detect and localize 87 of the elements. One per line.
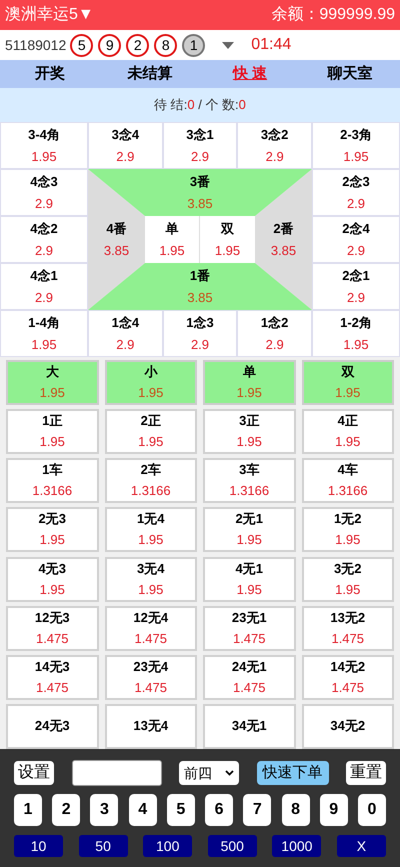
- digit-key[interactable]: 1: [14, 794, 42, 826]
- bet-cell[interactable]: 单 1.95: [203, 360, 296, 405]
- bet-cell[interactable]: 2-3角 1.95: [312, 122, 400, 169]
- bet-cell[interactable]: 1念3 2.9: [162, 310, 238, 357]
- pending-count-text: 待 结:0 / 个 数:0: [154, 96, 246, 114]
- digit-key[interactable]: 2: [52, 794, 80, 826]
- bet-cell[interactable]: 12无4 1.475: [104, 606, 197, 651]
- bet-cell[interactable]: 3番 3.85: [88, 169, 312, 216]
- digit-key[interactable]: 9: [320, 794, 348, 826]
- quick-order-button[interactable]: 快速下单: [256, 761, 328, 785]
- countdown-timer: 01:44: [251, 35, 292, 55]
- bet-cell[interactable]: 1无2 1.95: [302, 507, 394, 552]
- bet-cell[interactable]: 14无2 1.475: [302, 654, 394, 700]
- bet-cell[interactable]: 2番 3.85: [255, 216, 312, 263]
- amount-button[interactable]: X: [336, 835, 386, 857]
- digit-key[interactable]: 7: [243, 794, 272, 826]
- bet-cell[interactable]: 24无1 1.475: [203, 654, 296, 700]
- bet-cell[interactable]: 2车 1.3166: [104, 458, 197, 504]
- digit-key[interactable]: 5: [166, 794, 195, 826]
- chevron-down-icon: [225, 770, 234, 776]
- lottery-title[interactable]: 澳洲幸运5▼: [5, 3, 94, 27]
- bet-cell[interactable]: 2念3 2.9: [312, 169, 400, 216]
- issue-number: 51189012: [5, 36, 66, 54]
- bet-cell[interactable]: 24无3: [6, 704, 98, 749]
- balance-text: 余额：999999.99: [271, 4, 395, 25]
- bet-cell[interactable]: 1念2 2.9: [237, 310, 312, 357]
- bet-cell[interactable]: 单 1.95: [145, 216, 200, 263]
- bet-cell[interactable]: 2念4 2.9: [312, 216, 400, 263]
- settings-button[interactable]: 设置: [14, 761, 54, 785]
- bet-cell[interactable]: 13无2 1.475: [302, 606, 394, 651]
- bet-cell[interactable]: 3念2 2.9: [237, 122, 312, 169]
- bet-cell[interactable]: 3无4 1.95: [104, 556, 197, 602]
- bet-cell[interactable]: 双 1.95: [302, 360, 394, 405]
- bet-cell[interactable]: 14无3 1.475: [6, 654, 98, 700]
- bet-cell[interactable]: 4番 3.85: [88, 216, 145, 263]
- mode-select[interactable]: 前四: [179, 761, 239, 785]
- bet-cell[interactable]: 双 1.95: [200, 216, 255, 263]
- bet-cell[interactable]: 1-4角 1.95: [0, 310, 88, 357]
- digit-key[interactable]: 8: [282, 794, 310, 826]
- nav-tab[interactable]: 聊天室: [328, 62, 372, 86]
- digit-key[interactable]: 6: [205, 794, 234, 826]
- amount-button[interactable]: 1000: [272, 835, 322, 857]
- digit-key[interactable]: 0: [358, 794, 386, 826]
- bet-cell[interactable]: 13无4: [104, 704, 197, 749]
- bet-cell[interactable]: 4念2 2.9: [0, 216, 88, 263]
- bet-cell[interactable]: 3念4 2.9: [88, 122, 163, 169]
- bet-cell[interactable]: 34无1: [203, 704, 296, 749]
- amount-button[interactable]: 10: [14, 835, 63, 857]
- bet-cell[interactable]: 4无3 1.95: [6, 556, 98, 602]
- bet-cell[interactable]: 23无4 1.475: [104, 654, 197, 700]
- bet-cell[interactable]: 34无2: [302, 704, 394, 749]
- bet-cell[interactable]: 大 1.95: [6, 360, 98, 405]
- even-region: [200, 216, 255, 263]
- bet-cell[interactable]: 4无1 1.95: [203, 556, 296, 602]
- bet-cell[interactable]: 4念3 2.9: [0, 169, 88, 216]
- bet-cell[interactable]: 3车 1.3166: [203, 458, 296, 504]
- bet-cell[interactable]: 4念1 2.9: [0, 263, 88, 310]
- reset-button[interactable]: 重置: [346, 761, 386, 785]
- bet-cell[interactable]: 2无3 1.95: [6, 507, 98, 552]
- amount-button[interactable]: 50: [78, 835, 128, 857]
- amount-button[interactable]: 100: [143, 835, 192, 857]
- bet-cell[interactable]: 3正 1.95: [203, 409, 296, 454]
- bet-cell[interactable]: 3-4角 1.95: [0, 122, 88, 169]
- nav-tab[interactable]: 开奖: [35, 62, 65, 86]
- bet-cell[interactable]: 1念4 2.9: [88, 310, 163, 357]
- amount-button[interactable]: 500: [208, 835, 257, 857]
- dropdown-arrow-icon[interactable]: [222, 42, 234, 48]
- nav-tab[interactable]: 未结算: [128, 62, 172, 86]
- bet-cell[interactable]: 1车 1.3166: [6, 458, 98, 504]
- bet-cell[interactable]: 4车 1.3166: [302, 458, 394, 504]
- digit-key[interactable]: 3: [90, 794, 118, 826]
- bet-cell[interactable]: 小 1.95: [104, 360, 197, 405]
- bet-cell[interactable]: 1-2角 1.95: [312, 310, 400, 357]
- bet-cell[interactable]: 3念1 2.9: [162, 122, 238, 169]
- bet-cell[interactable]: 1番 3.85: [88, 263, 312, 310]
- digit-key[interactable]: 4: [128, 794, 157, 826]
- odd-region: [145, 216, 200, 263]
- bet-cell[interactable]: 23无1 1.475: [203, 606, 296, 651]
- bet-cell[interactable]: 4正 1.95: [302, 409, 394, 454]
- bet-cell[interactable]: 2正 1.95: [104, 409, 197, 454]
- bet-cell[interactable]: 1正 1.95: [6, 409, 98, 454]
- bet-cell[interactable]: 2无1 1.95: [203, 507, 296, 552]
- bet-cell[interactable]: 3无2 1.95: [302, 556, 394, 602]
- bet-cell[interactable]: 1无4 1.95: [104, 507, 197, 552]
- amount-input-field[interactable]: [72, 760, 162, 786]
- bet-cell[interactable]: 2念1 2.9: [312, 263, 400, 310]
- bet-cell[interactable]: 12无3 1.475: [6, 606, 98, 651]
